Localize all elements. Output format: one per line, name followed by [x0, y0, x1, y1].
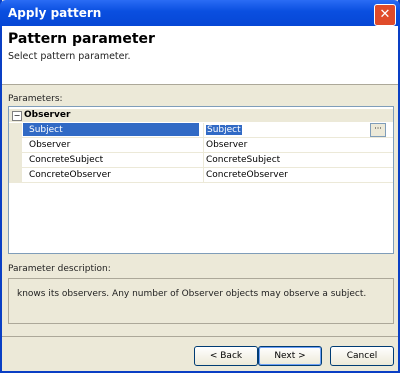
property-value-text: ConcreteObserver: [206, 170, 288, 180]
parameters-label: Parameters:: [8, 94, 63, 104]
page-title: Pattern parameter: [8, 31, 155, 47]
parameters-property-grid[interactable]: − Observer Subject Subject ··· Observer …: [8, 106, 394, 254]
property-value[interactable]: ConcreteObserver: [203, 168, 386, 182]
description-text: knows its observers. Any number of Obser…: [17, 289, 367, 299]
row-gutter: [9, 153, 22, 168]
property-value-text: Observer: [206, 140, 248, 150]
page-subtitle: Select pattern parameter.: [8, 51, 131, 62]
group-row-observer[interactable]: − Observer: [9, 109, 393, 122]
property-name: Observer: [29, 140, 71, 150]
property-name: Subject: [23, 123, 199, 136]
property-value[interactable]: ConcreteSubject: [203, 153, 386, 167]
cancel-button[interactable]: Cancel: [330, 346, 394, 366]
wizard-header: Pattern parameter Select pattern paramet…: [2, 26, 398, 85]
property-name: ConcreteSubject: [29, 155, 104, 165]
property-row[interactable]: ConcreteSubject ConcreteSubject: [9, 153, 393, 168]
property-row[interactable]: ConcreteObserver ConcreteObserver: [9, 168, 393, 183]
window-title: Apply pattern: [8, 6, 102, 20]
footer-divider: [2, 336, 398, 337]
property-value-input[interactable]: Subject ···: [203, 123, 386, 137]
property-row[interactable]: Subject Subject ···: [9, 123, 393, 138]
close-button[interactable]: ✕: [374, 4, 396, 26]
apply-pattern-dialog: Apply pattern ✕ Pattern parameter Select…: [0, 0, 400, 373]
description-box: knows its observers. Any number of Obser…: [8, 278, 394, 324]
property-value-text: ConcreteSubject: [206, 155, 281, 165]
collapse-icon[interactable]: −: [12, 111, 22, 121]
property-row[interactable]: Observer Observer: [9, 138, 393, 153]
description-label: Parameter description:: [8, 264, 111, 274]
back-button[interactable]: < Back: [194, 346, 258, 366]
group-name: Observer: [24, 110, 71, 120]
row-gutter: [9, 138, 22, 153]
property-value[interactable]: Observer: [203, 138, 386, 152]
next-button[interactable]: Next >: [258, 346, 322, 366]
property-value-text: Subject: [206, 125, 242, 135]
property-name: ConcreteObserver: [29, 170, 111, 180]
title-bar[interactable]: Apply pattern ✕: [0, 0, 400, 28]
row-gutter: [9, 123, 22, 138]
ellipsis-button[interactable]: ···: [370, 123, 386, 137]
row-gutter: [9, 168, 22, 183]
